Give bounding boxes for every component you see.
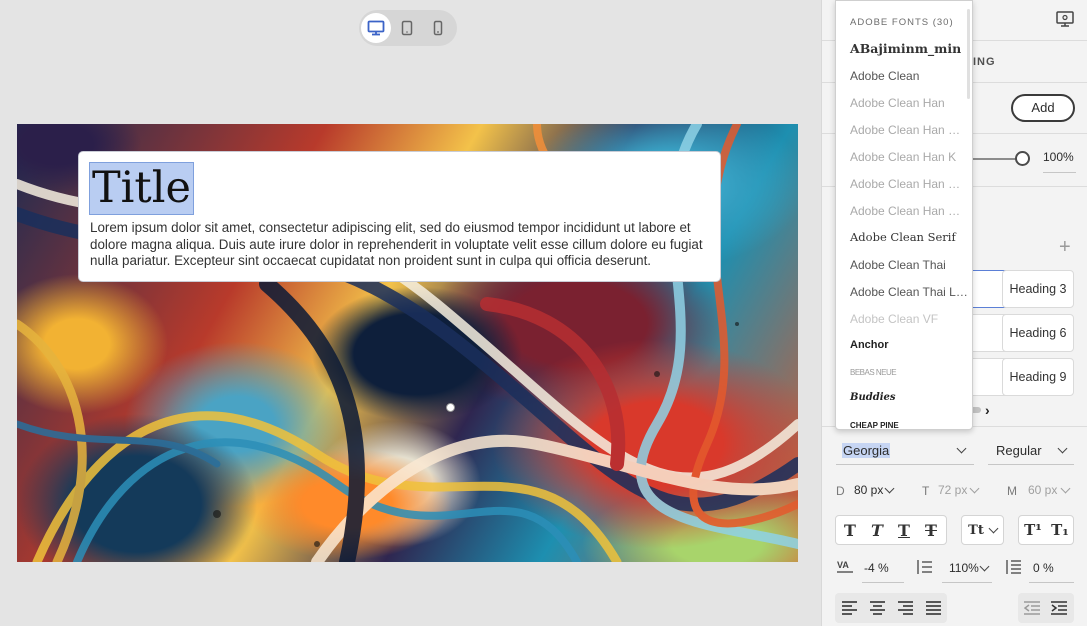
script-group: T¹ T₁: [1018, 515, 1074, 545]
bold-icon[interactable]: T: [838, 519, 862, 541]
preview-icon[interactable]: [1056, 11, 1074, 27]
text-case-group: Tt: [961, 515, 1004, 545]
paragraph-spacing-icon: [1006, 560, 1021, 574]
superscript-button[interactable]: T¹: [1021, 519, 1045, 541]
opacity-value[interactable]: 100%: [1043, 150, 1074, 164]
mobile-size-value[interactable]: 60 px: [1028, 483, 1057, 497]
heading-style-6[interactable]: Heading 6: [1002, 314, 1074, 352]
font-family-value: Georgia: [842, 443, 891, 458]
line-height-value[interactable]: 110%: [949, 561, 979, 575]
font-option[interactable]: Adobe Clean Han: [850, 96, 945, 110]
device-switcher: [359, 10, 457, 46]
tablet-icon: [401, 20, 413, 36]
svg-text:VA: VA: [837, 560, 849, 570]
paragraph-spacing-underline: [1029, 582, 1074, 583]
font-option[interactable]: Adobe Clean Thai: [850, 258, 946, 272]
heading-style-label: Heading 9: [1009, 370, 1067, 384]
heading-style-label: Heading 3: [1009, 282, 1067, 296]
alignment-group: [835, 593, 947, 623]
font-option[interactable]: CHEAP PINE: [850, 421, 899, 429]
mobile-size-label: M: [1007, 484, 1017, 498]
font-option[interactable]: Adobe Clean Serif: [850, 230, 956, 244]
font-option[interactable]: Adobe Clean: [850, 69, 919, 83]
plus-icon[interactable]: +: [1059, 237, 1071, 257]
opacity-underline: [1043, 172, 1076, 173]
chevron-down-icon[interactable]: [884, 483, 895, 494]
font-family-select[interactable]: Georgia: [836, 437, 974, 465]
desktop-size-value[interactable]: 80 px: [854, 483, 883, 497]
font-option[interactable]: Adobe Clean Thai L…: [850, 285, 968, 299]
paragraph-spacing-value[interactable]: 0 %: [1033, 561, 1054, 575]
letter-spacing-value[interactable]: -4 %: [864, 561, 889, 575]
chevron-down-icon[interactable]: [969, 483, 980, 494]
dropdown-scrollbar[interactable]: [967, 9, 970, 99]
align-left-icon[interactable]: [842, 601, 857, 615]
chevron-down-icon[interactable]: [988, 523, 999, 534]
subscript-button[interactable]: T₁: [1048, 519, 1072, 541]
line-height-icon: [917, 560, 932, 574]
text-style-group: T T T T: [835, 515, 947, 545]
underline-icon[interactable]: T: [892, 519, 916, 541]
text-case-button[interactable]: Tt: [964, 519, 988, 541]
hero-body-text[interactable]: Lorem ipsum dolor sit amet, consectetur …: [90, 220, 715, 270]
line-height-underline: [942, 582, 992, 583]
opacity-slider-thumb[interactable]: [1015, 151, 1030, 166]
phone-view-button[interactable]: [423, 13, 453, 43]
tab-label[interactable]: ING: [973, 56, 996, 68]
font-option[interactable]: Adobe Clean Han K: [850, 150, 956, 164]
letter-spacing-underline: [862, 582, 904, 583]
strikethrough-icon[interactable]: T: [919, 519, 943, 541]
font-option[interactable]: Adobe Clean VF: [850, 312, 938, 326]
dropdown-header: ADOBE FONTS (30): [850, 17, 954, 28]
add-button[interactable]: Add: [1011, 94, 1075, 122]
font-weight-value: Regular: [996, 443, 1042, 458]
align-right-icon[interactable]: [898, 601, 913, 615]
phone-icon: [433, 20, 443, 36]
tablet-size-label: T: [922, 484, 930, 498]
font-weight-select[interactable]: Regular: [988, 437, 1074, 465]
resize-handle[interactable]: [446, 403, 455, 412]
font-option[interactable]: Buddies: [850, 392, 896, 403]
opacity-slider-track[interactable]: [972, 158, 1017, 160]
letter-spacing-icon: VA: [837, 560, 853, 573]
heading-style-label: Heading 6: [1009, 326, 1067, 340]
tablet-size-value[interactable]: 72 px: [938, 483, 967, 497]
font-option[interactable]: Anchor: [850, 339, 889, 351]
chevron-down-icon[interactable]: [979, 561, 990, 572]
desktop-icon: [367, 20, 385, 36]
desktop-size-label: D: [836, 484, 845, 498]
desktop-view-button[interactable]: [361, 13, 391, 43]
indent-icon[interactable]: [1051, 601, 1067, 615]
font-option[interactable]: Adobe Clean Han …: [850, 123, 960, 137]
chevron-down-icon: [1057, 443, 1068, 454]
text-block[interactable]: Title Lorem ipsum dolor sit amet, consec…: [79, 152, 720, 281]
indent-group: [1018, 593, 1074, 623]
italic-icon[interactable]: T: [865, 519, 889, 541]
font-option[interactable]: BEBAS NEUE: [850, 368, 897, 377]
chevron-down-icon[interactable]: [1060, 483, 1071, 494]
font-option[interactable]: Adobe Clean Han …: [850, 204, 960, 218]
font-option[interactable]: Adobe Clean Han …: [850, 177, 960, 191]
align-justify-icon[interactable]: [926, 601, 941, 615]
tablet-view-button[interactable]: [392, 13, 422, 43]
outdent-icon[interactable]: [1024, 601, 1040, 615]
chevron-right-icon[interactable]: ›: [985, 402, 990, 418]
heading-style-9[interactable]: Heading 9: [1002, 358, 1074, 396]
align-center-icon[interactable]: [870, 601, 885, 615]
heading-style-3[interactable]: Heading 3: [1002, 270, 1074, 308]
font-option[interactable]: ABajiminm_min: [850, 41, 961, 56]
chevron-down-icon: [956, 443, 967, 454]
hero-title[interactable]: Title: [89, 162, 194, 215]
font-dropdown: ADOBE FONTS (30) ABajiminm_min Adobe Cle…: [835, 0, 973, 430]
hero-image[interactable]: Title Lorem ipsum dolor sit amet, consec…: [17, 124, 798, 562]
